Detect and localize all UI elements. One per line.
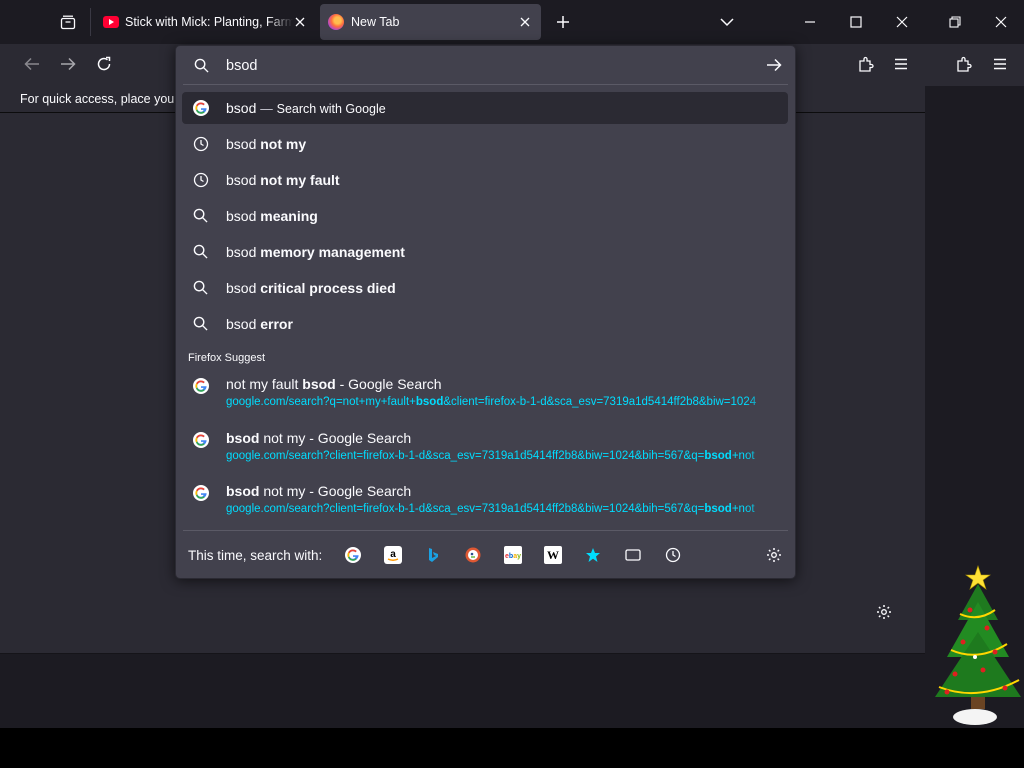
google-icon[interactable] — [344, 546, 362, 564]
suggest-result[interactable]: not my fault bsod - Google Search google… — [182, 370, 788, 418]
bookmarks-empty-message: For quick access, place your b — [20, 92, 189, 106]
forward-arrow-icon[interactable] — [58, 54, 78, 74]
urlbar-dropdown: bsod bsod — Search with Google bsod not … — [175, 45, 796, 579]
list-all-tabs-chevron-icon[interactable] — [717, 12, 737, 32]
google-icon — [193, 485, 209, 506]
wikipedia-icon[interactable]: W — [544, 546, 562, 564]
result-completion: meaning — [260, 208, 318, 224]
result-completion: error — [260, 316, 293, 332]
firefox-icon — [328, 14, 344, 30]
result-separator: — — [260, 102, 273, 116]
result-prefix: bsod — [226, 244, 257, 260]
extensions-puzzle-icon[interactable] — [856, 54, 876, 74]
bookmarks-star-icon[interactable] — [584, 546, 602, 564]
result-search-suggestion[interactable]: bsod error — [182, 308, 788, 340]
result-search-suggestion[interactable]: bsod meaning — [182, 200, 788, 232]
result-prefix: bsod — [226, 316, 257, 332]
svg-text:a: a — [390, 549, 396, 560]
result-history[interactable]: bsod not my fault — [182, 164, 788, 196]
tabs-icon[interactable] — [624, 546, 642, 564]
search-icon — [193, 280, 209, 296]
new-tab-plus-icon[interactable] — [553, 12, 573, 32]
tab-new-tab[interactable]: New Tab — [320, 4, 541, 40]
result-completion: not my fault — [260, 172, 340, 188]
suggest-url: google.com/search?client=firefox-b-1-d&s… — [226, 450, 755, 462]
search-icon — [193, 244, 209, 260]
result-prefix: bsod — [226, 136, 257, 152]
clock-icon — [193, 136, 209, 152]
page-settings-gear-icon[interactable] — [874, 602, 894, 622]
suggest-url: google.com/search?client=firefox-b-1-d&s… — [226, 503, 755, 515]
suggest-url: google.com/search?q=not+my+fault+bsod&cl… — [226, 396, 757, 408]
close-tab-icon[interactable] — [517, 14, 533, 30]
firefox-suggest-label: Firefox Suggest — [188, 352, 266, 364]
result-action: Search with Google — [276, 102, 386, 116]
back-arrow-icon[interactable] — [22, 54, 42, 74]
suggest-title: bsod not my - Google Search — [226, 430, 412, 446]
search-icon — [193, 316, 209, 332]
result-prefix: bsod — [226, 208, 257, 224]
result-search-suggestion[interactable]: bsod critical process died — [182, 272, 788, 304]
secondary-toolbar — [925, 44, 1024, 86]
firefox-view-icon[interactable] — [56, 12, 80, 32]
tab-youtube[interactable]: Stick with Mick: Planting, Farm A — [92, 4, 315, 40]
reload-icon[interactable] — [94, 54, 114, 74]
result-prefix: bsod — [226, 280, 257, 296]
app-menu-hamburger-icon[interactable] — [891, 54, 911, 74]
result-completion: not my — [260, 136, 307, 152]
result-search-suggestion[interactable]: bsod memory management — [182, 236, 788, 268]
divider — [183, 84, 788, 85]
svg-text:W: W — [547, 548, 559, 562]
search-settings-gear-icon[interactable] — [765, 546, 783, 564]
search-icon — [192, 56, 210, 74]
ebay-icon[interactable]: ebay — [504, 546, 522, 564]
result-history[interactable]: bsod not my — [182, 128, 788, 160]
tab-title: Stick with Mick: Planting, Farm A — [125, 15, 293, 29]
duckduckgo-icon[interactable] — [464, 546, 482, 564]
app-menu-hamburger-icon[interactable] — [990, 54, 1010, 74]
google-icon — [193, 378, 209, 399]
search-with-label: This time, search with: — [188, 548, 323, 563]
url-input[interactable]: bsod — [226, 58, 257, 74]
google-icon — [193, 432, 209, 453]
svg-text:ebay: ebay — [505, 553, 521, 560]
suggest-result[interactable]: bsod not my - Google Search google.com/s… — [182, 477, 788, 525]
result-prefix: bsod — [226, 172, 257, 188]
suggest-title: not my fault bsod - Google Search — [226, 376, 442, 392]
suggest-result[interactable]: bsod not my - Google Search google.com/s… — [182, 424, 788, 472]
close-window-icon[interactable] — [892, 12, 912, 32]
christmas-tree-decoration — [925, 562, 1024, 728]
result-search-with-google[interactable]: bsod — Search with Google — [182, 92, 788, 124]
result-completion: critical process died — [260, 280, 396, 296]
result-query: bsod — [226, 100, 257, 116]
youtube-icon — [103, 16, 119, 28]
search-icon — [193, 208, 209, 224]
result-completion: memory management — [260, 244, 405, 260]
bing-icon[interactable] — [424, 546, 442, 564]
history-icon[interactable] — [664, 546, 682, 564]
restore-icon[interactable] — [945, 12, 965, 32]
maximize-icon[interactable] — [846, 12, 866, 32]
close-tab-icon[interactable] — [292, 14, 308, 30]
suggest-title: bsod not my - Google Search — [226, 483, 412, 499]
google-icon — [193, 100, 209, 116]
go-arrow-icon[interactable] — [764, 56, 784, 74]
tab-title: New Tab — [351, 15, 400, 29]
amazon-icon[interactable]: a — [384, 546, 402, 564]
minimize-icon[interactable] — [800, 12, 820, 32]
tab-bar: Stick with Mick: Planting, Farm A New Ta… — [0, 0, 1024, 44]
clock-icon — [193, 172, 209, 188]
divider — [183, 530, 788, 531]
extensions-puzzle-icon[interactable] — [954, 54, 974, 74]
close-window-icon[interactable] — [991, 12, 1011, 32]
